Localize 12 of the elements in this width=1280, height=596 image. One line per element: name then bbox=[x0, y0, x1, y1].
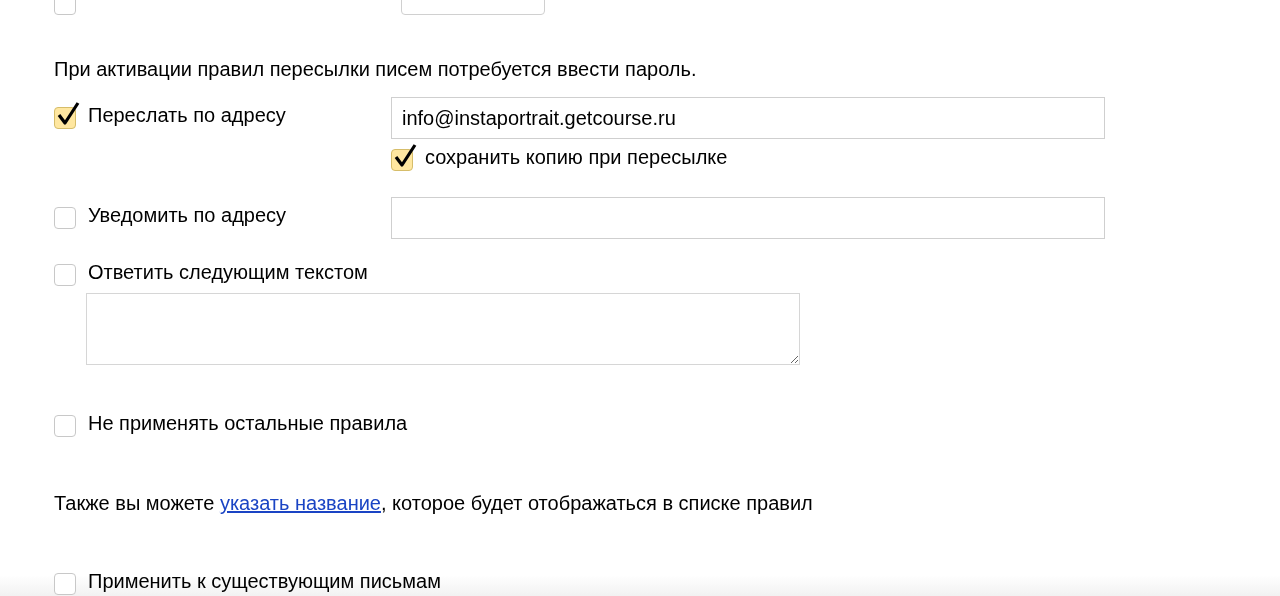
reply-textarea[interactable] bbox=[86, 293, 800, 365]
checkbox-label: Переслать по адресу bbox=[88, 103, 287, 127]
checkbox-label: сохранить копию при пересылке bbox=[425, 145, 728, 169]
notice-text: При активации правил пересылки писем потребуется ввести пароль. bbox=[54, 57, 698, 81]
checkbox-label: Не применять остальные правила bbox=[88, 411, 408, 435]
checkbox-label: Уведомить по адресу bbox=[88, 203, 288, 227]
email-input[interactable] bbox=[391, 197, 1105, 239]
email-input[interactable]: info@instaportrait.getcourse.ru bbox=[391, 97, 1105, 139]
name-link[interactable]: указать название bbox=[219, 492, 381, 514]
checkbox-label: Применить к существующим письмам bbox=[88, 569, 441, 593]
checkbox-label: Ответить следующим текстом bbox=[88, 260, 369, 284]
hint-text: Также вы можете указать название, которое будет отображаться в списке правил bbox=[54, 491, 814, 515]
